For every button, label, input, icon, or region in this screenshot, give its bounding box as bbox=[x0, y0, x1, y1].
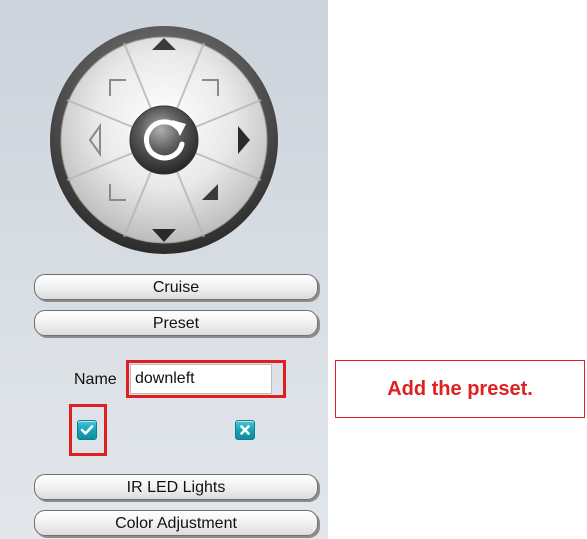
screenshot-stage: Cruise Preset Name IR LED Lights Color A… bbox=[0, 0, 587, 539]
add-preset-button[interactable] bbox=[77, 420, 97, 440]
close-icon bbox=[240, 425, 250, 435]
ptz-control-panel: Cruise Preset Name IR LED Lights Color A… bbox=[0, 0, 328, 539]
ir-led-lights-button[interactable]: IR LED Lights bbox=[34, 474, 318, 500]
cruise-button[interactable]: Cruise bbox=[34, 274, 318, 300]
cancel-preset-button[interactable] bbox=[235, 420, 255, 440]
color-adjustment-button[interactable]: Color Adjustment bbox=[34, 510, 318, 536]
check-icon bbox=[80, 425, 94, 435]
preset-name-label: Name bbox=[74, 371, 117, 388]
ptz-joystick bbox=[48, 24, 280, 256]
callout-text: Add the preset. bbox=[387, 377, 533, 400]
preset-button[interactable]: Preset bbox=[34, 310, 318, 336]
ptz-center-button[interactable] bbox=[129, 105, 199, 175]
annotation-callout: Add the preset. bbox=[335, 360, 585, 418]
preset-name-input[interactable] bbox=[130, 364, 272, 394]
ptz-joystick-graphic bbox=[50, 26, 278, 254]
